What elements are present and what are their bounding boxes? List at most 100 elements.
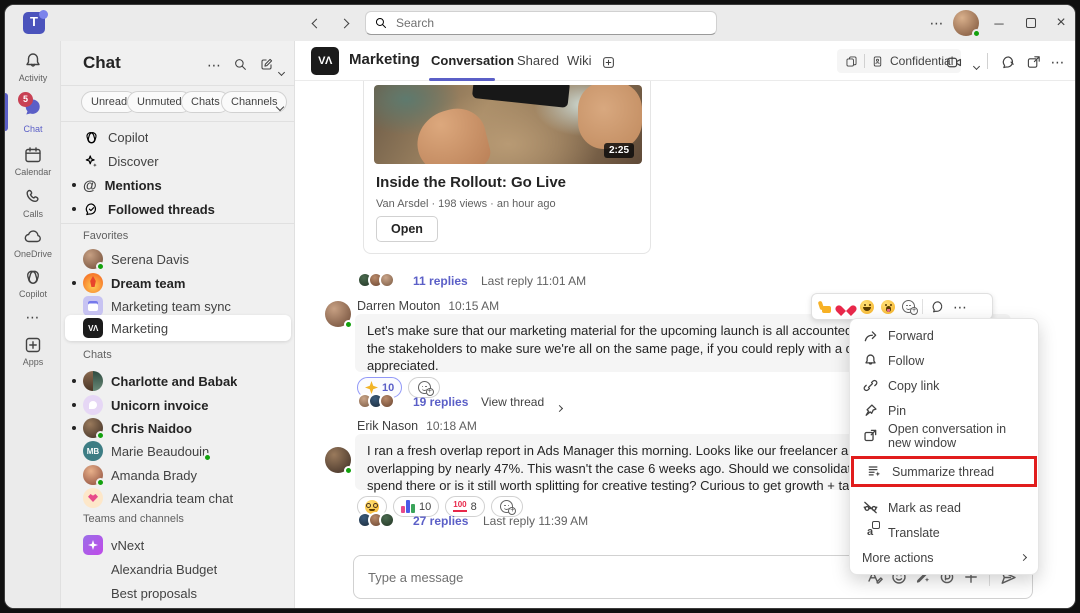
view-thread-chevron-icon[interactable] bbox=[557, 398, 562, 416]
message-header: Darren Mouton10:15 AM bbox=[357, 299, 499, 313]
new-chat-chevron-icon[interactable] bbox=[279, 62, 284, 80]
tab-wiki[interactable]: Wiki bbox=[567, 53, 592, 68]
sender-avatar[interactable] bbox=[325, 301, 351, 327]
filters-chevron-icon[interactable] bbox=[277, 97, 283, 115]
menu-item-summarize-thread[interactable]: Summarize thread bbox=[854, 459, 1034, 484]
minimize-button[interactable]: ─ bbox=[985, 11, 1013, 35]
surprised-emoji-icon[interactable] bbox=[881, 300, 895, 314]
maximize-button[interactable] bbox=[1017, 11, 1045, 35]
tab-conversation[interactable]: Conversation bbox=[431, 53, 514, 68]
close-button[interactable]: × bbox=[1047, 11, 1075, 35]
view-thread-link[interactable]: View thread bbox=[481, 395, 544, 409]
pin-icon bbox=[862, 403, 878, 419]
sidebar-item-best-proposals[interactable]: Best proposals bbox=[65, 581, 291, 605]
tab-shared[interactable]: Shared bbox=[517, 53, 559, 68]
menu-item-open-in-new-window[interactable]: Open conversation in new window bbox=[850, 423, 1038, 448]
open-video-button[interactable]: Open bbox=[376, 216, 438, 242]
section-label-teams-and-channels[interactable]: Teams and channels bbox=[83, 513, 184, 525]
sidebar-item-alexandria-budget[interactable]: Alexandria Budget bbox=[65, 557, 291, 581]
bar-chart-emoji-icon bbox=[401, 500, 415, 513]
menu-item-more-actions[interactable]: More actions bbox=[850, 545, 1038, 570]
last-reply-time: Last reply 11:39 AM bbox=[483, 514, 588, 528]
rail-item-calls[interactable]: Calls bbox=[5, 187, 61, 219]
replies-link[interactable]: 19 replies bbox=[413, 395, 468, 409]
app-rail: Activity 5 Chat Calendar Calls OneDrive … bbox=[5, 41, 61, 608]
video-thumbnail[interactable]: 2:25 bbox=[374, 85, 642, 164]
meet-chevron-icon[interactable] bbox=[965, 55, 987, 77]
section-label-favorites[interactable]: Favorites bbox=[83, 230, 128, 242]
laughing-emoji-icon[interactable] bbox=[860, 300, 874, 314]
sidebar-item-followed-threads[interactable]: Followed threads bbox=[65, 197, 291, 221]
search-icon bbox=[374, 16, 388, 30]
add-tab-button[interactable] bbox=[597, 51, 619, 73]
replies-link[interactable]: 27 replies bbox=[413, 514, 468, 528]
add-reaction-icon[interactable]: + bbox=[902, 300, 915, 313]
rail-item-onedrive[interactable]: OneDrive bbox=[5, 227, 61, 259]
menu-item-forward[interactable]: Forward bbox=[850, 323, 1038, 348]
search-bar[interactable] bbox=[365, 11, 717, 35]
menu-item-copy-link[interactable]: Copy link bbox=[850, 373, 1038, 398]
channel-more-button[interactable]: ⋯ bbox=[1047, 51, 1069, 73]
chat-filter-menu-button[interactable]: ⋯ bbox=[207, 57, 222, 75]
bell-icon bbox=[862, 353, 878, 369]
sender-name[interactable]: Darren Mouton bbox=[357, 299, 440, 313]
open-in-window-icon[interactable] bbox=[1023, 51, 1045, 73]
rail-item-copilot[interactable]: Copilot bbox=[5, 267, 61, 299]
sidebar-item-mentions[interactable]: @ Mentions bbox=[65, 173, 291, 197]
menu-item-follow[interactable]: Follow bbox=[850, 348, 1038, 373]
calendar-avatar bbox=[83, 296, 103, 316]
titlebar-more-button[interactable]: ⋯ bbox=[923, 11, 951, 35]
user-avatar[interactable] bbox=[953, 10, 979, 36]
forward-button[interactable] bbox=[333, 13, 355, 33]
back-button[interactable] bbox=[305, 13, 327, 33]
fire-avatar bbox=[83, 273, 103, 293]
sidebar-item-chris-naidoo[interactable]: Chris Naidoo bbox=[65, 416, 291, 440]
conversation-pane: VΛ Marketing Conversation Shared Wiki Co… bbox=[295, 41, 1075, 608]
section-label-chats[interactable]: Chats bbox=[83, 349, 112, 361]
presence-available-icon bbox=[344, 466, 353, 475]
rail-item-chat[interactable]: 5 Chat bbox=[5, 97, 61, 134]
sidebar-item-dream-team[interactable]: Dream team bbox=[65, 271, 291, 295]
sidebar-item-copilot[interactable]: Copilot bbox=[65, 125, 291, 149]
sidebar-item-serena-davis[interactable]: Serena Davis bbox=[65, 247, 291, 271]
rail-item-calendar[interactable]: Calendar bbox=[5, 145, 61, 177]
replies-link[interactable]: 11 replies bbox=[413, 274, 468, 288]
sender-avatar[interactable] bbox=[325, 447, 351, 473]
video-meta: Van Arsdel · 198 views · an hour ago bbox=[376, 198, 556, 210]
rail-item-activity[interactable]: Activity bbox=[5, 51, 61, 83]
unread-dot bbox=[72, 207, 76, 211]
sender-name[interactable]: Erik Nason bbox=[357, 419, 418, 433]
menu-item-mark-as-read[interactable]: Mark as read bbox=[850, 495, 1038, 520]
sidebar-item-alexandria-team-chat[interactable]: Alexandria team chat bbox=[65, 486, 291, 510]
sidebar-item-marie-beaudouin[interactable]: MB Marie Beaudouin bbox=[65, 439, 291, 463]
video-duration-badge: 2:25 bbox=[604, 143, 634, 158]
copilot-icon bbox=[83, 129, 100, 146]
reply-in-thread-icon[interactable] bbox=[930, 299, 946, 315]
phone-shape bbox=[472, 85, 571, 108]
sidebar-item-unicorn-invoice[interactable]: Unicorn invoice bbox=[65, 393, 291, 417]
avatar bbox=[83, 418, 103, 438]
rail-item-apps[interactable]: Apps bbox=[5, 335, 61, 367]
video-title[interactable]: Inside the Rollout: Go Live bbox=[376, 174, 566, 191]
chat-search-icon[interactable] bbox=[233, 57, 248, 72]
message-time: 10:18 AM bbox=[426, 419, 477, 433]
thread-participants bbox=[357, 393, 395, 409]
thumbs-up-emoji-icon[interactable] bbox=[818, 300, 832, 314]
rail-more-apps-button[interactable]: ⋯ bbox=[5, 309, 61, 327]
sidebar-item-discover[interactable]: Discover bbox=[65, 149, 291, 173]
message-input[interactable] bbox=[366, 569, 863, 586]
search-input[interactable] bbox=[394, 15, 708, 31]
thread-bubble-icon[interactable] bbox=[997, 51, 1019, 73]
menu-item-pin[interactable]: Pin bbox=[850, 398, 1038, 423]
message-more-options-button[interactable]: ⋯ bbox=[953, 300, 968, 314]
sidebar-item-vnext[interactable]: vNext bbox=[65, 533, 291, 557]
team-logo[interactable]: VΛ bbox=[311, 47, 339, 75]
menu-item-translate[interactable]: Translate bbox=[850, 520, 1038, 545]
sidebar-item-charlotte-and-babak[interactable]: Charlotte and Babak bbox=[65, 369, 291, 393]
meet-camera-icon[interactable] bbox=[943, 51, 965, 73]
sidebar-item-amanda-brady[interactable]: Amanda Brady bbox=[65, 463, 291, 487]
team-name[interactable]: Marketing bbox=[349, 51, 420, 68]
sidebar-item-marketing[interactable]: VΛ Marketing bbox=[65, 315, 291, 341]
heart-emoji-icon[interactable] bbox=[839, 300, 853, 313]
new-chat-button[interactable] bbox=[259, 57, 274, 72]
